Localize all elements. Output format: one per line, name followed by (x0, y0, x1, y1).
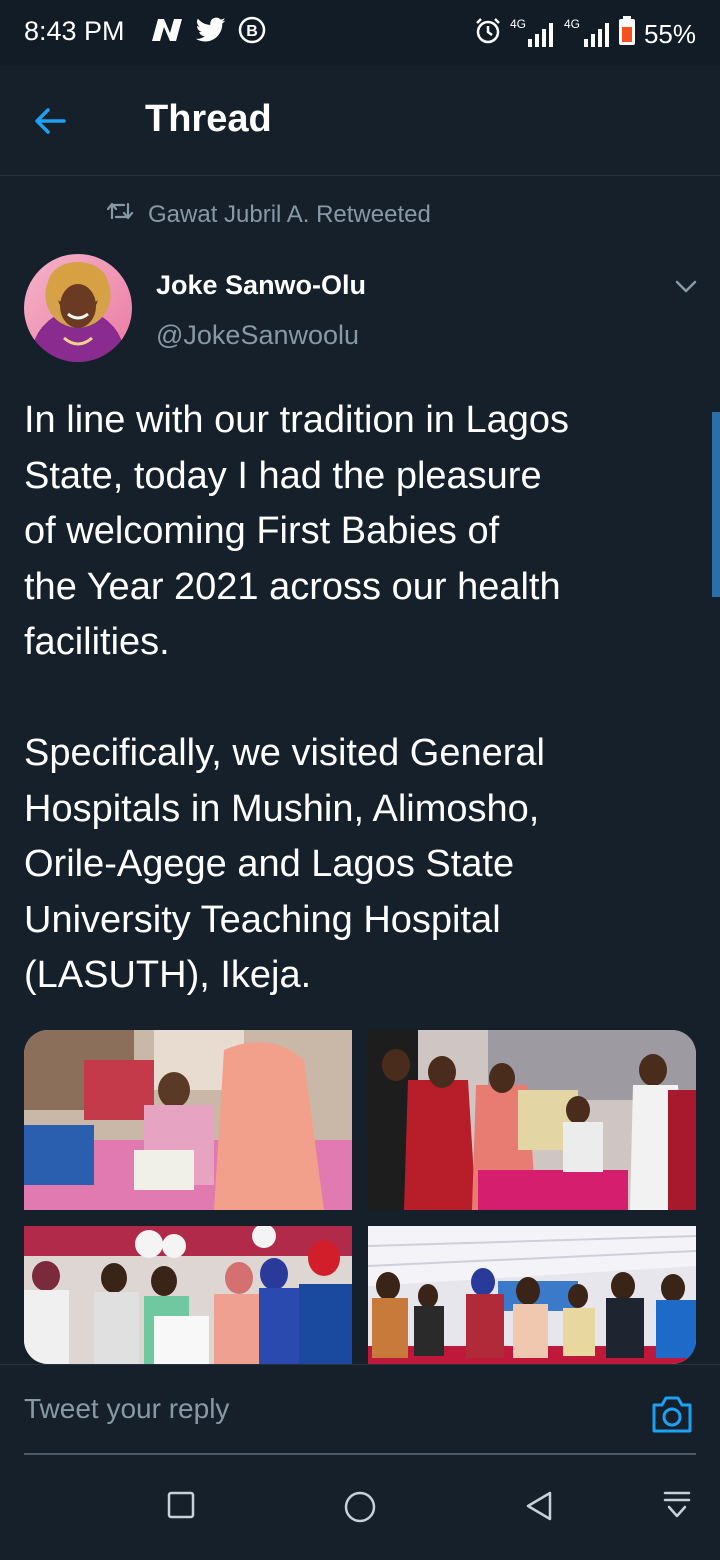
reply-bar (0, 1364, 720, 1464)
notification-shade-icon (662, 1491, 692, 1528)
twitter-icon (195, 17, 226, 48)
home-circle-icon (343, 1491, 377, 1528)
avatar[interactable] (24, 254, 132, 362)
signal-4g-lte-icon: 4G (562, 17, 610, 49)
n-app-icon (150, 17, 184, 48)
back-triangle-icon (524, 1491, 554, 1526)
camera-icon (650, 1396, 694, 1439)
alarm-icon (474, 17, 502, 52)
status-left-icons: B (150, 16, 266, 49)
tweet-text: In line with our tradition in Lagos Stat… (24, 399, 569, 996)
back-arrow-icon (30, 108, 70, 145)
reply-underline (24, 1453, 696, 1455)
network-label-1: 4G (509, 16, 526, 31)
status-right: 4G 4G 55% (474, 16, 696, 53)
status-bar: 8:43 PM B 4G 4G 55% (0, 0, 720, 66)
photo-4[interactable] (368, 1226, 696, 1364)
retweet-label: Gawat Jubril A. Retweeted (148, 200, 431, 228)
reply-input[interactable] (24, 1393, 624, 1425)
chevron-down-icon (672, 280, 700, 304)
recents-button[interactable] (166, 1490, 196, 1525)
scrollbar[interactable] (712, 412, 720, 597)
notification-shade-button[interactable] (662, 1490, 692, 1529)
b-circle-icon: B (238, 16, 266, 49)
page-title: Thread (145, 98, 272, 140)
author-name[interactable]: Joke Sanwo-Olu (156, 270, 366, 301)
thread-header: Thread (0, 66, 720, 176)
retweet-icon (106, 200, 134, 229)
back-button[interactable] (30, 98, 82, 144)
media-grid (24, 1030, 696, 1364)
photo-2[interactable] (368, 1030, 696, 1210)
tweet-options-button[interactable] (672, 272, 700, 300)
retweet-context[interactable]: Gawat Jubril A. Retweeted (106, 200, 431, 229)
battery-icon (618, 16, 636, 53)
photo-3[interactable] (24, 1226, 352, 1364)
back-nav-button[interactable] (524, 1490, 554, 1527)
signal-4g-icon: 4G (510, 17, 554, 49)
network-label-2: 4G (563, 16, 580, 31)
home-button[interactable] (343, 1490, 377, 1529)
photo-1[interactable] (24, 1030, 352, 1210)
author-handle[interactable]: @JokeSanwoolu (156, 320, 359, 351)
battery-percent: 55% (643, 19, 696, 49)
camera-button[interactable] (650, 1393, 694, 1435)
svg-text:B: B (246, 23, 258, 40)
system-nav-bar (0, 1464, 720, 1560)
recents-square-icon (166, 1491, 196, 1524)
status-time: 8:43 PM (24, 16, 125, 46)
